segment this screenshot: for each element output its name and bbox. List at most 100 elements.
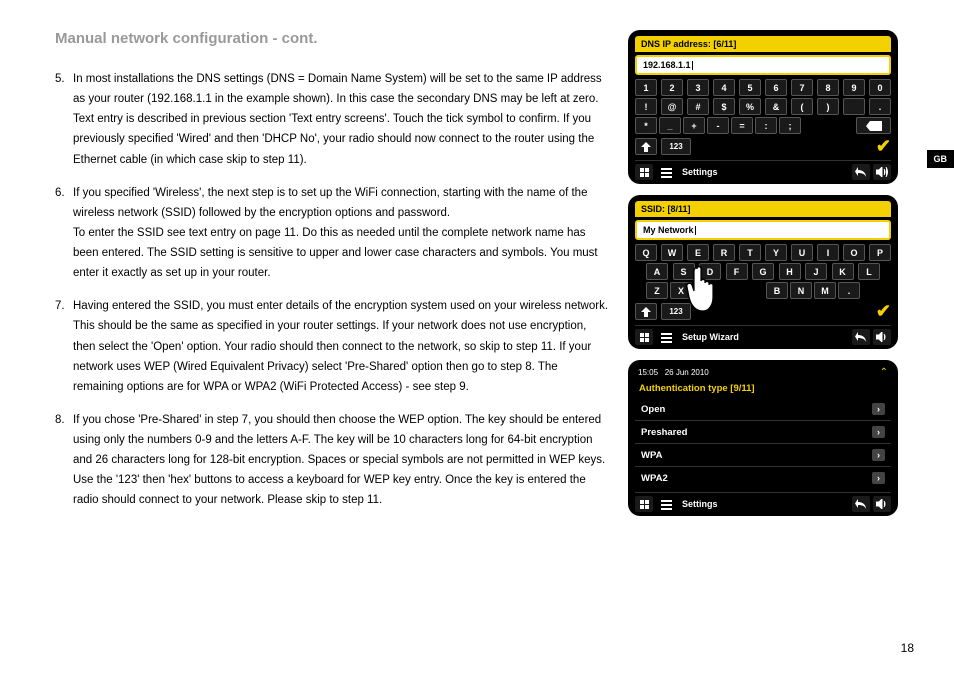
key-0[interactable]: 0 [869,79,891,96]
menu-item-open[interactable]: Open› [635,398,891,421]
screen-header: Authentication type [9/11] [635,381,891,398]
key-sym[interactable]: ) [817,98,839,115]
footer-label: Settings [682,167,848,177]
key-6[interactable]: 6 [765,79,787,96]
footer-label: Setup Wizard [682,332,848,342]
key-f[interactable]: F [726,263,748,280]
mode-key[interactable]: 123 [661,303,691,320]
shift-key[interactable] [635,138,657,155]
step-num: 5. [55,69,73,170]
volume-icon[interactable] [873,496,891,512]
menu-icon[interactable] [635,496,653,512]
key-t[interactable]: T [739,244,761,261]
key-4[interactable]: 4 [713,79,735,96]
menu-item-preshared[interactable]: Preshared› [635,421,891,444]
key-a[interactable]: A [646,263,668,280]
key-b[interactable]: B [766,282,788,299]
key-sym[interactable]: $ [713,98,735,115]
list-icon[interactable] [657,329,675,345]
key-d[interactable]: D [699,263,721,280]
key-r[interactable]: R [713,244,735,261]
ssid-input[interactable]: My Network [635,220,891,240]
key-2[interactable]: 2 [661,79,683,96]
key-s[interactable]: S [673,263,695,280]
key-g[interactable]: G [752,263,774,280]
key-5[interactable]: 5 [739,79,761,96]
key-m[interactable]: M [814,282,836,299]
confirm-icon[interactable]: ✔ [876,301,891,322]
page-title: Manual network configuration - cont. [55,30,610,47]
step-text: If you specified 'Wireless', the next st… [73,183,610,284]
key-sym[interactable]: * [635,117,657,134]
mode-key[interactable]: 123 [661,138,691,155]
key-o[interactable]: O [843,244,865,261]
step-num: 8. [55,410,73,511]
key-sym[interactable]: : [755,117,777,134]
key-p[interactable]: P [869,244,891,261]
confirm-icon[interactable]: ✔ [876,136,891,157]
menu-icon[interactable] [635,164,653,180]
key-u[interactable]: U [791,244,813,261]
key-1[interactable]: 1 [635,79,657,96]
key-3[interactable]: 3 [687,79,709,96]
key-sym[interactable] [843,98,865,115]
key-y[interactable]: Y [765,244,787,261]
key-j[interactable]: J [805,263,827,280]
back-icon[interactable] [852,496,870,512]
key-sym[interactable]: # [687,98,709,115]
step-num: 7. [55,296,73,397]
key-sym[interactable]: % [739,98,761,115]
footer-label: Settings [682,499,848,509]
backspace-key[interactable] [856,117,891,134]
step-text: If you chose 'Pre-Shared' in step 7, you… [73,410,610,511]
key-w[interactable]: W [661,244,683,261]
menu-icon[interactable] [635,329,653,345]
key-row: * _ + - = : ; [635,117,891,134]
chevron-right-icon: › [872,403,885,415]
key-q[interactable]: Q [635,244,657,261]
key-e[interactable]: E [687,244,709,261]
key-sym[interactable]: @ [661,98,683,115]
key-l[interactable]: L [858,263,880,280]
key-7[interactable]: 7 [791,79,813,96]
chevron-right-icon: › [872,426,885,438]
wifi-icon: ⌃ [880,367,888,378]
key-n[interactable]: N [790,282,812,299]
key-sym[interactable]: ( [791,98,813,115]
key-8[interactable]: 8 [817,79,839,96]
page-number: 18 [901,641,914,655]
key-k[interactable]: K [832,263,854,280]
back-icon[interactable] [852,164,870,180]
key-period[interactable]: . [869,98,891,115]
step-text: In most installations the DNS settings (… [73,69,610,170]
key-sym[interactable]: ! [635,98,657,115]
list-icon[interactable] [657,164,675,180]
screen-header: DNS IP address: [6/11] [635,36,891,52]
status-date: 26 Jun 2010 [665,368,709,377]
key-i[interactable]: I [817,244,839,261]
list-icon[interactable] [657,496,675,512]
key-period[interactable]: . [838,282,860,299]
ssid-entry-screen: SSID: [8/11] My Network Q W E R T Y U I … [628,195,898,349]
key-z[interactable]: Z [646,282,668,299]
key-sym[interactable]: + [683,117,705,134]
key-h[interactable]: H [779,263,801,280]
key-sym[interactable]: = [731,117,753,134]
key-sym[interactable]: _ [659,117,681,134]
volume-icon[interactable] [873,164,891,180]
menu-item-wpa[interactable]: WPA› [635,444,891,467]
volume-icon[interactable] [873,329,891,345]
key-sym[interactable]: - [707,117,729,134]
menu-item-wpa2[interactable]: WPA2› [635,467,891,489]
back-icon[interactable] [852,329,870,345]
key-9[interactable]: 9 [843,79,865,96]
key-x[interactable]: X [670,282,692,299]
status-time: 15:05 [638,368,658,377]
shift-key[interactable] [635,303,657,320]
screen-header: SSID: [8/11] [635,201,891,217]
key-sym[interactable]: ; [779,117,801,134]
key-row: ! @ # $ % & ( ) . [635,98,891,115]
dns-input[interactable]: 192.168.1.1 [635,55,891,75]
auth-type-screen: 15:05 26 Jun 2010 ⌃ Authentication type … [628,360,898,516]
key-sym[interactable]: & [765,98,787,115]
